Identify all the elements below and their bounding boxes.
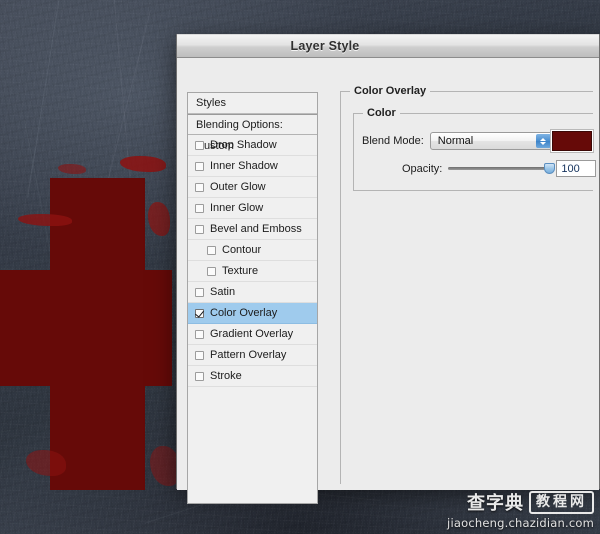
color-subgroup: Color Blend Mode: Normal Opacity: 100 [353, 107, 597, 191]
color-overlay-group-title: Color Overlay [350, 85, 431, 97]
watermark-brand-box: 教程网 [529, 490, 594, 514]
style-row-texture[interactable]: Texture [188, 261, 317, 282]
style-row-pattern-overlay[interactable]: Pattern Overlay [188, 345, 317, 366]
opacity-label: Opacity: [402, 162, 443, 175]
style-row-inner-shadow[interactable]: Inner Shadow [188, 156, 317, 177]
style-row-bevel-and-emboss[interactable]: Bevel and Emboss [188, 219, 317, 240]
style-row-inner-glow[interactable]: Inner Glow [188, 198, 317, 219]
blend-mode-row: Blend Mode: Normal [362, 132, 553, 150]
cross-horizontal-bar [0, 270, 172, 386]
style-row-label: Texture [222, 265, 259, 277]
styles-header[interactable]: Styles [188, 93, 317, 114]
paint-splatter [26, 450, 66, 476]
style-row-label: Pattern Overlay [210, 349, 287, 361]
style-row-stroke[interactable]: Stroke [188, 366, 317, 387]
style-row-label: Stroke [210, 370, 242, 382]
chevron-updown-icon[interactable] [535, 134, 551, 148]
opacity-slider-thumb[interactable] [544, 162, 556, 174]
styles-list-panel[interactable]: Styles Blending Options: Custom Drop Sha… [187, 92, 318, 504]
color-subgroup-title: Color [363, 107, 400, 119]
style-row-label: Bevel and Emboss [210, 223, 302, 235]
opacity-value: 100 [561, 162, 580, 175]
checkbox-icon[interactable] [195, 140, 204, 150]
checkbox-icon[interactable] [195, 161, 204, 171]
checkbox-icon[interactable] [195, 371, 204, 381]
red-cross-artwork [0, 150, 190, 490]
blend-mode-label: Blend Mode: [362, 135, 424, 147]
style-row-color-overlay[interactable]: Color Overlay [188, 303, 317, 324]
blending-options-row[interactable]: Blending Options: Custom [188, 114, 317, 152]
style-effect-rows: Drop Shadow Inner Shadow Outer Glow Inner G… [188, 135, 317, 387]
dialog-titlebar[interactable]: Layer Style [177, 34, 599, 58]
screenshot-root: Layer Style Styles Blending Options: Cus… [0, 0, 600, 534]
paint-splatter [18, 214, 72, 226]
style-row-satin[interactable]: Satin [188, 282, 317, 303]
style-row-label: Gradient Overlay [210, 328, 294, 340]
style-row-label: Inner Glow [210, 202, 264, 214]
style-row-label: Outer Glow [210, 181, 266, 193]
dialog-title: Layer Style [290, 39, 360, 53]
watermark-url: jiaocheng.chazidian.com [447, 516, 594, 530]
opacity-slider-track [448, 167, 551, 170]
style-row-outer-glow[interactable]: Outer Glow [188, 177, 317, 198]
layer-style-dialog: Layer Style Styles Blending Options: Cus… [176, 34, 600, 504]
style-row-contour[interactable]: Contour [188, 240, 317, 261]
watermark-brand-row: 查字典 教程网 [447, 489, 594, 515]
color-overlay-group: Color Overlay Color Blend Mode: Normal O… [340, 85, 597, 484]
checkbox-icon[interactable] [195, 224, 204, 234]
paint-splatter [148, 202, 170, 236]
checkbox-icon[interactable] [195, 350, 204, 360]
paint-splatter [120, 156, 166, 172]
checkbox-icon[interactable] [195, 329, 204, 339]
paint-splatter [58, 164, 86, 174]
style-row-label: Drop Shadow [210, 139, 277, 151]
blend-mode-select[interactable]: Normal [429, 132, 553, 150]
style-row-gradient-overlay[interactable]: Gradient Overlay [188, 324, 317, 345]
style-row-drop-shadow[interactable]: Drop Shadow [188, 135, 317, 156]
checkbox-icon[interactable] [195, 308, 204, 318]
style-row-label: Contour [222, 244, 262, 256]
effect-settings-pane: Color Overlay Color Blend Mode: Normal O… [340, 85, 597, 484]
dialog-body: Styles Blending Options: Custom Drop Sha… [177, 58, 599, 504]
checkbox-icon[interactable] [195, 287, 204, 297]
checkbox-icon[interactable] [207, 245, 216, 255]
style-row-label: Inner Shadow [210, 160, 278, 172]
opacity-row: Opacity: 100 % [402, 160, 600, 177]
watermark-brand-name: 查字典 [467, 493, 524, 514]
checkbox-icon[interactable] [207, 266, 216, 276]
color-swatch-button[interactable] [550, 129, 594, 153]
opacity-input[interactable]: 100 [556, 160, 597, 177]
blend-mode-value: Normal [437, 135, 474, 147]
opacity-slider[interactable] [448, 162, 556, 176]
checkbox-icon[interactable] [195, 203, 204, 213]
checkbox-icon[interactable] [195, 182, 204, 192]
style-row-label: Color Overlay [210, 307, 278, 319]
color-swatch-fill [552, 131, 592, 151]
style-row-label: Satin [210, 286, 236, 298]
watermark: 查字典 教程网 jiaocheng.chazidian.com [447, 489, 594, 530]
styles-list-empty-area [188, 387, 317, 503]
styles-header-label: Styles [196, 97, 226, 109]
